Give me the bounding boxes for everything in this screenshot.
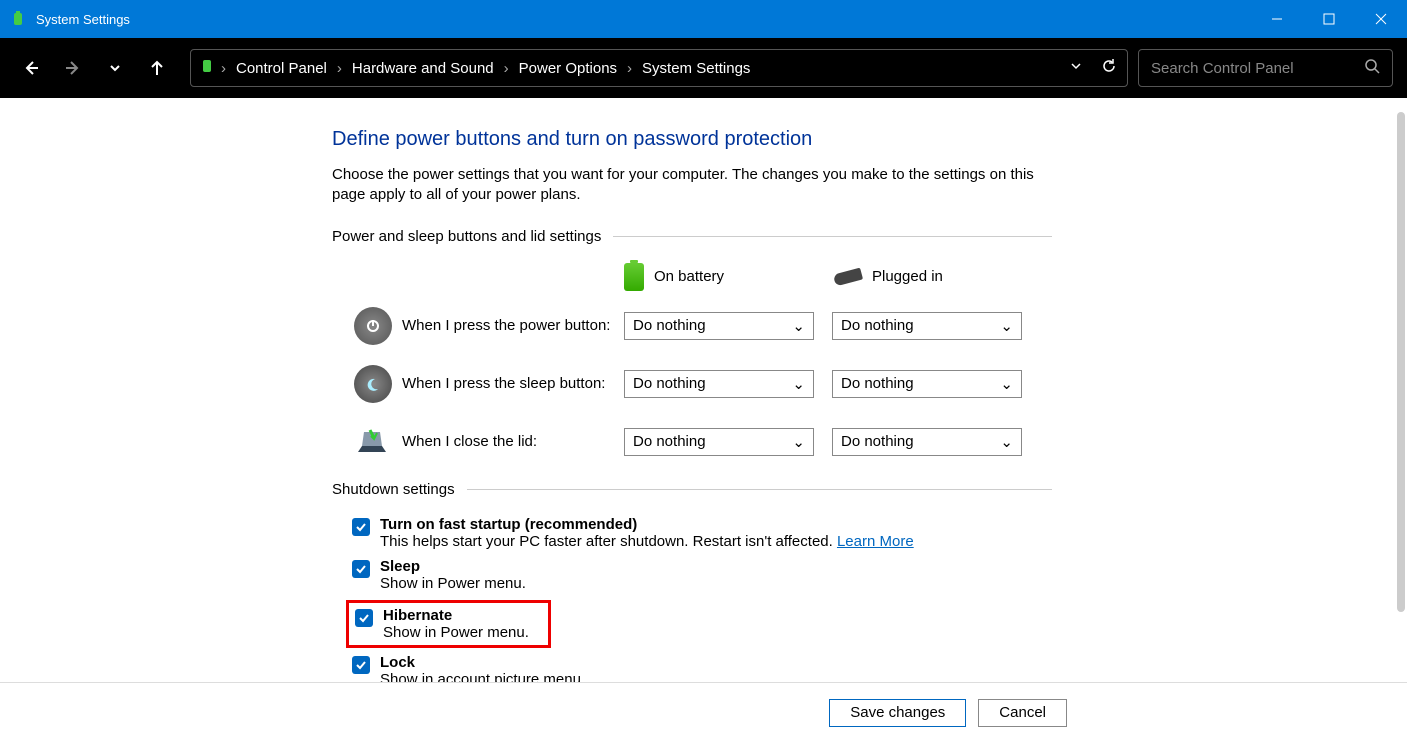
- power-button-battery-select[interactable]: Do nothing⌄: [624, 312, 814, 340]
- fast-startup-checkbox[interactable]: [352, 518, 370, 536]
- hibernate-item: HibernateShow in Power menu.: [355, 607, 548, 641]
- plugged-in-label: Plugged in: [872, 268, 943, 285]
- cancel-button[interactable]: Cancel: [978, 699, 1067, 727]
- navbar: › Control Panel › Hardware and Sound › P…: [0, 38, 1407, 98]
- chevron-down-icon: ⌄: [792, 375, 805, 393]
- lock-checkbox[interactable]: [352, 656, 370, 674]
- app-icon: [0, 11, 36, 27]
- on-battery-label: On battery: [654, 268, 724, 285]
- chevron-right-icon: ›: [335, 60, 344, 77]
- content-area: Define power buttons and turn on passwor…: [0, 98, 1407, 682]
- sleep-button-row: When I press the sleep button: Do nothin…: [332, 365, 1052, 403]
- sleep-title: Sleep: [380, 558, 420, 575]
- hibernate-checkbox[interactable]: [355, 609, 373, 627]
- breadcrumb-item[interactable]: System Settings: [638, 58, 754, 79]
- power-button-icon: [354, 307, 392, 345]
- address-bar[interactable]: › Control Panel › Hardware and Sound › P…: [190, 49, 1128, 87]
- plug-icon: [833, 267, 863, 286]
- forward-button[interactable]: [56, 51, 90, 85]
- minimize-button[interactable]: [1251, 0, 1303, 38]
- breadcrumb-item[interactable]: Power Options: [515, 58, 621, 79]
- hibernate-desc: Show in Power menu.: [383, 624, 529, 641]
- learn-more-link[interactable]: Learn More: [837, 533, 914, 550]
- chevron-right-icon: ›: [502, 60, 511, 77]
- lock-desc: Show in account picture menu.: [380, 671, 585, 683]
- column-headers: On battery Plugged in: [624, 263, 1052, 291]
- breadcrumb-item[interactable]: Control Panel: [232, 58, 331, 79]
- chevron-down-icon: ⌄: [1000, 433, 1013, 451]
- power-button-label: When I press the power button:: [402, 317, 624, 334]
- search-input[interactable]: [1151, 60, 1364, 77]
- chevron-down-icon: ⌄: [1000, 375, 1013, 393]
- maximize-button[interactable]: [1303, 0, 1355, 38]
- battery-icon: [624, 263, 644, 291]
- fast-startup-item: Turn on fast startup (recommended)This h…: [352, 516, 1052, 550]
- close-lid-row: When I close the lid: Do nothing⌄ Do not…: [332, 423, 1052, 461]
- sleep-checkbox[interactable]: [352, 560, 370, 578]
- back-button[interactable]: [14, 51, 48, 85]
- hibernate-highlight-box: HibernateShow in Power menu.: [346, 600, 551, 648]
- up-button[interactable]: [140, 51, 174, 85]
- laptop-lid-icon: [354, 423, 392, 461]
- lock-item: LockShow in account picture menu.: [352, 654, 1052, 683]
- close-lid-battery-select[interactable]: Do nothing⌄: [624, 428, 814, 456]
- footer: Save changes Cancel: [0, 682, 1407, 742]
- chevron-down-icon[interactable]: [1069, 59, 1083, 77]
- breadcrumb-item[interactable]: Hardware and Sound: [348, 58, 498, 79]
- save-changes-button[interactable]: Save changes: [829, 699, 966, 727]
- section-shutdown-label: Shutdown settings: [332, 481, 1052, 498]
- chevron-down-icon: ⌄: [792, 433, 805, 451]
- sleep-desc: Show in Power menu.: [380, 575, 526, 592]
- close-lid-plugged-select[interactable]: Do nothing⌄: [832, 428, 1022, 456]
- sleep-button-plugged-select[interactable]: Do nothing⌄: [832, 370, 1022, 398]
- refresh-icon[interactable]: [1101, 58, 1117, 78]
- sleep-button-battery-select[interactable]: Do nothing⌄: [624, 370, 814, 398]
- sleep-item: SleepShow in Power menu.: [352, 558, 1052, 592]
- power-button-plugged-select[interactable]: Do nothing⌄: [832, 312, 1022, 340]
- close-button[interactable]: [1355, 0, 1407, 38]
- search-box[interactable]: [1138, 49, 1393, 87]
- chevron-down-icon: ⌄: [792, 317, 805, 335]
- scrollbar[interactable]: [1397, 112, 1405, 612]
- page-heading: Define power buttons and turn on passwor…: [332, 128, 1052, 151]
- sleep-button-label: When I press the sleep button:: [402, 375, 624, 392]
- power-button-row: When I press the power button: Do nothin…: [332, 307, 1052, 345]
- close-lid-label: When I close the lid:: [402, 433, 624, 450]
- chevron-right-icon: ›: [625, 60, 634, 77]
- search-icon[interactable]: [1364, 58, 1380, 79]
- chevron-right-icon: ›: [219, 60, 228, 77]
- hibernate-title: Hibernate: [383, 607, 452, 624]
- page-description: Choose the power settings that you want …: [332, 165, 1052, 206]
- recent-dropdown-button[interactable]: [98, 51, 132, 85]
- lock-title: Lock: [380, 654, 415, 671]
- fast-startup-desc: This helps start your PC faster after sh…: [380, 533, 833, 550]
- fast-startup-title: Turn on fast startup (recommended): [380, 516, 637, 533]
- section-power-sleep-label: Power and sleep buttons and lid settings: [332, 228, 1052, 245]
- sleep-button-icon: [354, 365, 392, 403]
- chevron-down-icon: ⌄: [1000, 317, 1013, 335]
- window-title: System Settings: [36, 12, 130, 27]
- address-icon: [199, 58, 215, 78]
- titlebar: System Settings: [0, 0, 1407, 38]
